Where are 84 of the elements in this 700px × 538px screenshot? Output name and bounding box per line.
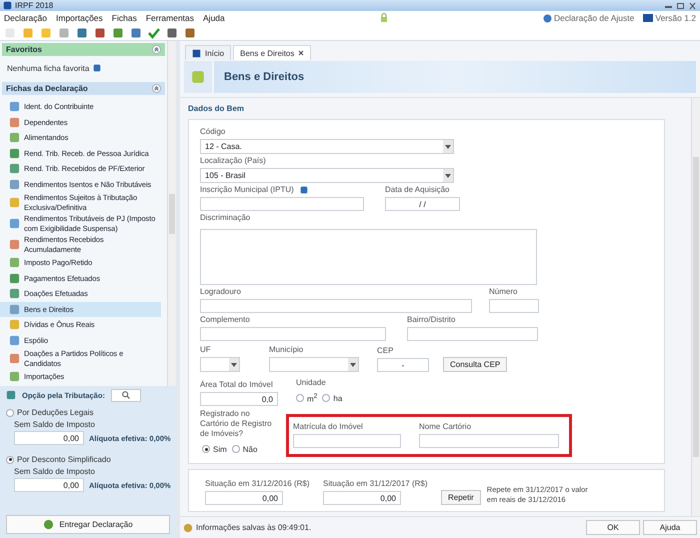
- field-label: Unidade: [296, 377, 327, 388]
- page-title: Bens e Direitos: [224, 71, 304, 83]
- unit-radio[interactable]: m$^{2}$: [296, 392, 318, 404]
- field-label: Complemento: [200, 314, 251, 325]
- area-field[interactable]: 0,0: [200, 392, 278, 406]
- field-label: UF: [200, 344, 212, 355]
- field-label: Matrícula do Imóvel: [293, 421, 364, 432]
- district-field[interactable]: [407, 327, 538, 341]
- registered-radio[interactable]: Não: [232, 444, 258, 454]
- number-field[interactable]: [489, 299, 539, 313]
- iptu-field[interactable]: [200, 197, 364, 211]
- balance-field[interactable]: 0,00: [323, 491, 401, 505]
- field-label: Situação em 31/12/2016 (R$): [205, 478, 311, 489]
- field-label: Código: [200, 126, 226, 137]
- submit-button[interactable]: Entregar Declaração: [6, 515, 170, 534]
- section-title: Dados do Bem: [188, 104, 246, 113]
- fichas-header[interactable]: Fichas da Declaração: [2, 82, 165, 95]
- close-icon[interactable]: [298, 50, 304, 56]
- collapse-icon[interactable]: [152, 84, 161, 93]
- code-select[interactable]: 12 - Casa.: [200, 139, 454, 154]
- street-field[interactable]: [200, 299, 472, 313]
- group-title: Fichas da Declaração: [6, 84, 88, 93]
- date-field[interactable]: / /: [385, 197, 460, 211]
- scroll-thumb[interactable]: [169, 194, 175, 234]
- scroll-thumb[interactable]: [693, 157, 699, 457]
- tab[interactable]: Início: [185, 45, 232, 60]
- field-label: Logradouro: [200, 286, 242, 297]
- field-label: Data de Aquisição: [385, 184, 450, 195]
- field-label: Número: [489, 286, 518, 297]
- menu-item[interactable]: Declaração: [4, 13, 47, 23]
- status-text: Sem Saldo de Imposto: [14, 420, 96, 429]
- empty-message: Nenhuma ficha favorita: [7, 64, 90, 72]
- country-select[interactable]: 105 - Brasil: [200, 168, 454, 183]
- registry-name-field[interactable]: [419, 434, 559, 448]
- header-link[interactable]: Declaração de Ajuste: [543, 13, 634, 23]
- radio-option[interactable]: Por Deduções Legais: [6, 408, 170, 417]
- scrollbar[interactable]: [691, 98, 700, 516]
- status-text: Sem Saldo de Imposto: [14, 467, 96, 476]
- field-label: Inscrição Municipal (IPTU): [200, 184, 385, 195]
- dropdown-caret[interactable]: [348, 358, 358, 371]
- consulta-cep-button[interactable]: Consulta CEP: [443, 357, 508, 372]
- registration-field[interactable]: [293, 434, 401, 448]
- menu-item[interactable]: Importações: [56, 13, 103, 23]
- close-icon[interactable]: [688, 2, 697, 10]
- balance-field[interactable]: 0,00: [205, 491, 283, 505]
- lock-icon: [380, 13, 388, 23]
- restore-icon[interactable]: [676, 2, 685, 10]
- dropdown-caret[interactable]: [443, 140, 453, 153]
- unit-radio[interactable]: ha: [322, 394, 342, 402]
- tab[interactable]: Bens e Direitos: [233, 45, 312, 60]
- scrollbar[interactable]: [167, 41, 176, 386]
- amount-field[interactable]: 0,00: [14, 431, 84, 445]
- favorites-header[interactable]: Favoritos: [2, 43, 165, 56]
- collapse-icon[interactable]: [152, 45, 161, 54]
- field-label: Município: [269, 344, 304, 355]
- dialog-button[interactable]: OK: [586, 520, 640, 535]
- group-title: Favoritos: [6, 45, 42, 54]
- field-label: Localização (País): [200, 155, 267, 166]
- field-label: Situação em 31/12/2017 (R$): [323, 478, 429, 489]
- search-icon: [122, 391, 130, 399]
- registered-radio[interactable]: Sim: [202, 444, 227, 454]
- dropdown-caret[interactable]: [443, 169, 453, 182]
- header-link[interactable]: Versão 1.2: [643, 13, 696, 23]
- field-label: Discriminação: [200, 212, 252, 223]
- radio-option[interactable]: Por Desconto Simplificado: [6, 455, 170, 464]
- complement-field[interactable]: [200, 327, 386, 341]
- dialog-button[interactable]: Ajuda: [643, 520, 697, 535]
- field-label: CEP: [377, 345, 394, 356]
- search-button[interactable]: [110, 388, 141, 402]
- window-title: IRPF 2018: [15, 0, 54, 10]
- status-message: Informações salvas às 09:49:01.: [196, 523, 312, 532]
- dropdown-caret[interactable]: [229, 358, 239, 371]
- menu-item[interactable]: Ferramentas: [146, 13, 194, 23]
- amount-field[interactable]: 0,00: [14, 478, 84, 492]
- menu-item[interactable]: Fichas: [112, 13, 137, 23]
- repeat-button[interactable]: Repetir: [441, 490, 481, 505]
- field-label: Bairro/Distrito: [407, 314, 456, 325]
- menu-item[interactable]: Ajuda: [203, 13, 225, 23]
- field-label: Área Total do Imóvel: [200, 379, 274, 390]
- field-label: Registrado no Cartório de Registro de Imóveis?: [200, 409, 273, 439]
- field-label: Nome Cartório: [419, 421, 472, 432]
- checkmark-icon[interactable]: [148, 26, 160, 38]
- description-field[interactable]: [200, 229, 537, 285]
- cep-field[interactable]: -: [377, 358, 429, 372]
